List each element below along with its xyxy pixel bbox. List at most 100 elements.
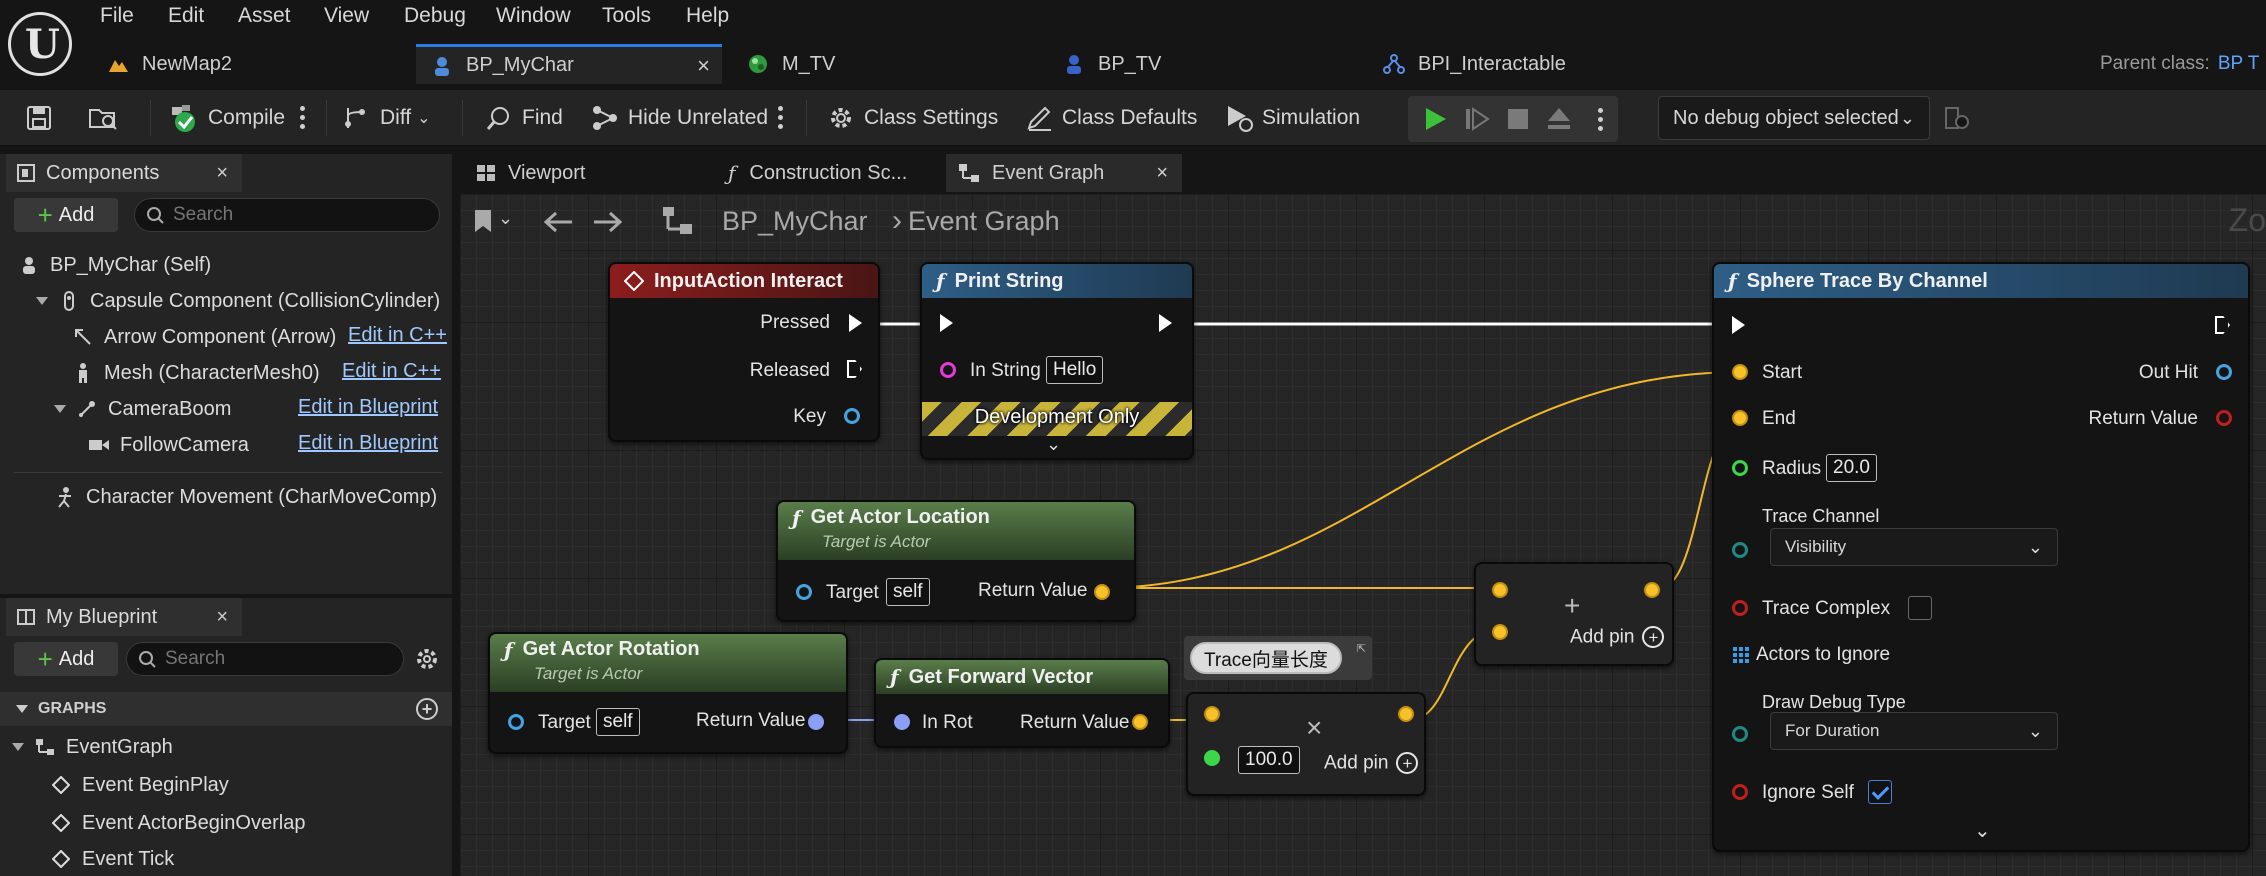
array-pin-icon[interactable] bbox=[1732, 646, 1750, 664]
doc-tab-bp-mychar[interactable]: BP_MyChar × bbox=[416, 44, 722, 84]
component-arrow[interactable]: Arrow Component (Arrow) bbox=[72, 322, 336, 352]
play-options-icon[interactable] bbox=[1598, 108, 1604, 132]
components-search[interactable] bbox=[134, 198, 440, 232]
ignore-self-checkbox[interactable] bbox=[1868, 780, 1892, 804]
eject-icon[interactable] bbox=[1546, 106, 1572, 132]
graph-item-eventgraph[interactable]: EventGraph bbox=[12, 732, 173, 762]
draw-debug-type-select[interactable]: For Duration ⌄ bbox=[1770, 712, 2058, 750]
gear-icon[interactable] bbox=[414, 646, 440, 672]
edit-in-cpp-link[interactable]: Edit in C++ bbox=[342, 360, 441, 383]
chevron-down-icon[interactable] bbox=[12, 743, 24, 751]
compile-options-icon[interactable] bbox=[300, 106, 306, 130]
doc-tab-newmap2[interactable]: NewMap2 bbox=[106, 44, 406, 84]
close-icon[interactable]: × bbox=[1156, 162, 1168, 185]
component-cameraboom[interactable]: CameraBoom bbox=[54, 394, 231, 424]
menu-edit[interactable]: Edit bbox=[168, 4, 204, 28]
multiply-value-input[interactable]: 100.0 bbox=[1238, 746, 1300, 774]
radius-pin[interactable] bbox=[1732, 460, 1748, 476]
component-followcamera[interactable]: FollowCamera bbox=[88, 430, 249, 460]
chevron-down-icon[interactable] bbox=[54, 405, 66, 413]
tab-event-graph[interactable]: Event Graph × bbox=[946, 154, 1182, 192]
draw-debug-type-pin[interactable] bbox=[1732, 726, 1748, 742]
node-get-forward-vector[interactable]: ƒ Get Forward Vector In Rot Return Value bbox=[874, 658, 1170, 748]
doc-tab-bpi-interactable[interactable]: BPI_Interactable bbox=[1382, 44, 1682, 84]
in-rot-pin[interactable] bbox=[894, 714, 910, 730]
target-pin[interactable] bbox=[796, 584, 812, 600]
diff-button[interactable]: Diff ⌄ bbox=[342, 90, 431, 146]
hide-unrelated-options-icon[interactable] bbox=[778, 106, 784, 130]
debug-object-select[interactable]: No debug object selected ⌄ bbox=[1658, 96, 1930, 140]
trace-complex-checkbox[interactable] bbox=[1908, 596, 1932, 620]
search-input[interactable] bbox=[173, 204, 409, 226]
parent-class-link[interactable]: BP T bbox=[2218, 53, 2260, 75]
exec-pin-released[interactable] bbox=[847, 360, 862, 378]
component-character-movement[interactable]: Character Movement (CharMoveComp) bbox=[54, 482, 437, 512]
step-forward-icon[interactable] bbox=[1464, 106, 1490, 132]
components-tab[interactable]: Components × bbox=[6, 154, 242, 192]
return-value-pin[interactable] bbox=[2216, 410, 2232, 426]
add-pin-button[interactable]: Add pin + bbox=[1570, 626, 1665, 649]
radius-input[interactable]: 20.0 bbox=[1826, 454, 1877, 482]
exec-pin-pressed[interactable] bbox=[849, 314, 862, 332]
target-pin[interactable] bbox=[508, 714, 524, 730]
add-member-button[interactable]: + Add bbox=[14, 642, 118, 676]
node-add[interactable]: + Add pin + bbox=[1474, 562, 1674, 666]
hide-unrelated-button[interactable]: Hide Unrelated bbox=[590, 90, 768, 146]
event-actorbeginoverlap[interactable]: Event ActorBeginOverlap bbox=[50, 808, 305, 838]
edit-in-blueprint-link[interactable]: Edit in Blueprint bbox=[298, 432, 438, 455]
add-input-b-pin[interactable] bbox=[1492, 624, 1508, 640]
find-button[interactable]: Find bbox=[484, 90, 563, 146]
event-tick[interactable]: Event Tick bbox=[50, 844, 174, 874]
component-mesh[interactable]: Mesh (CharacterMesh0) bbox=[72, 358, 320, 388]
close-icon[interactable]: × bbox=[216, 606, 228, 629]
comment-bubble[interactable]: Trace向量长度 ⇱ bbox=[1184, 636, 1372, 680]
edit-in-cpp-link[interactable]: Edit in C++ bbox=[348, 324, 447, 347]
node-sphere-trace-by-channel[interactable]: ƒ Sphere Trace By Channel Start Out Hit … bbox=[1712, 262, 2250, 852]
component-self[interactable]: BP_MyChar (Self) bbox=[18, 250, 211, 280]
start-pin[interactable] bbox=[1732, 364, 1748, 380]
in-string-pin[interactable] bbox=[940, 362, 956, 378]
tab-construction-script[interactable]: ƒ Construction Sc... bbox=[710, 154, 946, 192]
event-graph-canvas[interactable]: ⌄ BP_MyChar › Event Graph Zo InputAction… bbox=[460, 194, 2266, 876]
tab-viewport[interactable]: Viewport bbox=[464, 154, 698, 192]
node-get-actor-location[interactable]: ƒ Get Actor Location Target is Actor Tar… bbox=[776, 500, 1136, 622]
return-value-pin[interactable] bbox=[1132, 714, 1148, 730]
menu-file[interactable]: File bbox=[100, 4, 134, 28]
add-output-pin[interactable] bbox=[1644, 582, 1660, 598]
doc-tab-bp-tv[interactable]: BP_TV bbox=[1062, 44, 1362, 84]
simulation-button[interactable]: Simulation bbox=[1224, 90, 1360, 146]
out-hit-pin[interactable] bbox=[2216, 364, 2232, 380]
return-value-pin[interactable] bbox=[1094, 584, 1110, 600]
trace-complex-pin[interactable] bbox=[1732, 600, 1748, 616]
menu-tools[interactable]: Tools bbox=[602, 4, 651, 28]
ignore-self-pin[interactable] bbox=[1732, 784, 1748, 800]
add-pin-button[interactable]: Add pin + bbox=[1324, 752, 1419, 775]
in-string-input[interactable]: Hello bbox=[1046, 356, 1104, 384]
trace-channel-select[interactable]: Visibility ⌄ bbox=[1770, 528, 2058, 566]
multiply-input-a-pin[interactable] bbox=[1204, 706, 1220, 722]
exec-out-pin[interactable] bbox=[1159, 314, 1172, 332]
add-graph-icon[interactable]: + bbox=[416, 698, 438, 720]
node-inputaction-interact[interactable]: InputAction Interact Pressed Released Ke… bbox=[608, 262, 880, 442]
node-multiply[interactable]: 100.0 × Add pin + bbox=[1186, 692, 1426, 796]
menu-help[interactable]: Help bbox=[686, 4, 729, 28]
component-capsule[interactable]: Capsule Component (CollisionCylinder) bbox=[36, 286, 440, 316]
menu-debug[interactable]: Debug bbox=[404, 4, 466, 28]
comment-pin-icon[interactable]: ⇱ bbox=[1357, 642, 1366, 655]
add-component-button[interactable]: + Add bbox=[14, 198, 118, 232]
save-button[interactable] bbox=[24, 90, 62, 146]
edit-in-blueprint-link[interactable]: Edit in Blueprint bbox=[298, 396, 438, 419]
my-blueprint-search[interactable] bbox=[126, 642, 404, 676]
trace-channel-pin[interactable] bbox=[1732, 542, 1748, 558]
stop-icon[interactable] bbox=[1506, 107, 1530, 131]
exec-in-pin[interactable] bbox=[1732, 316, 1745, 334]
chevron-down-icon[interactable] bbox=[36, 297, 48, 305]
graphs-section-header[interactable]: GRAPHS + bbox=[0, 692, 452, 726]
close-icon[interactable]: × bbox=[697, 53, 710, 79]
menu-asset[interactable]: Asset bbox=[238, 4, 291, 28]
menu-view[interactable]: View bbox=[324, 4, 369, 28]
doc-tab-m-tv[interactable]: M_TV bbox=[746, 44, 1046, 84]
browse-button[interactable] bbox=[88, 90, 126, 146]
exec-out-pin[interactable] bbox=[2215, 316, 2230, 334]
search-input[interactable] bbox=[165, 648, 378, 670]
